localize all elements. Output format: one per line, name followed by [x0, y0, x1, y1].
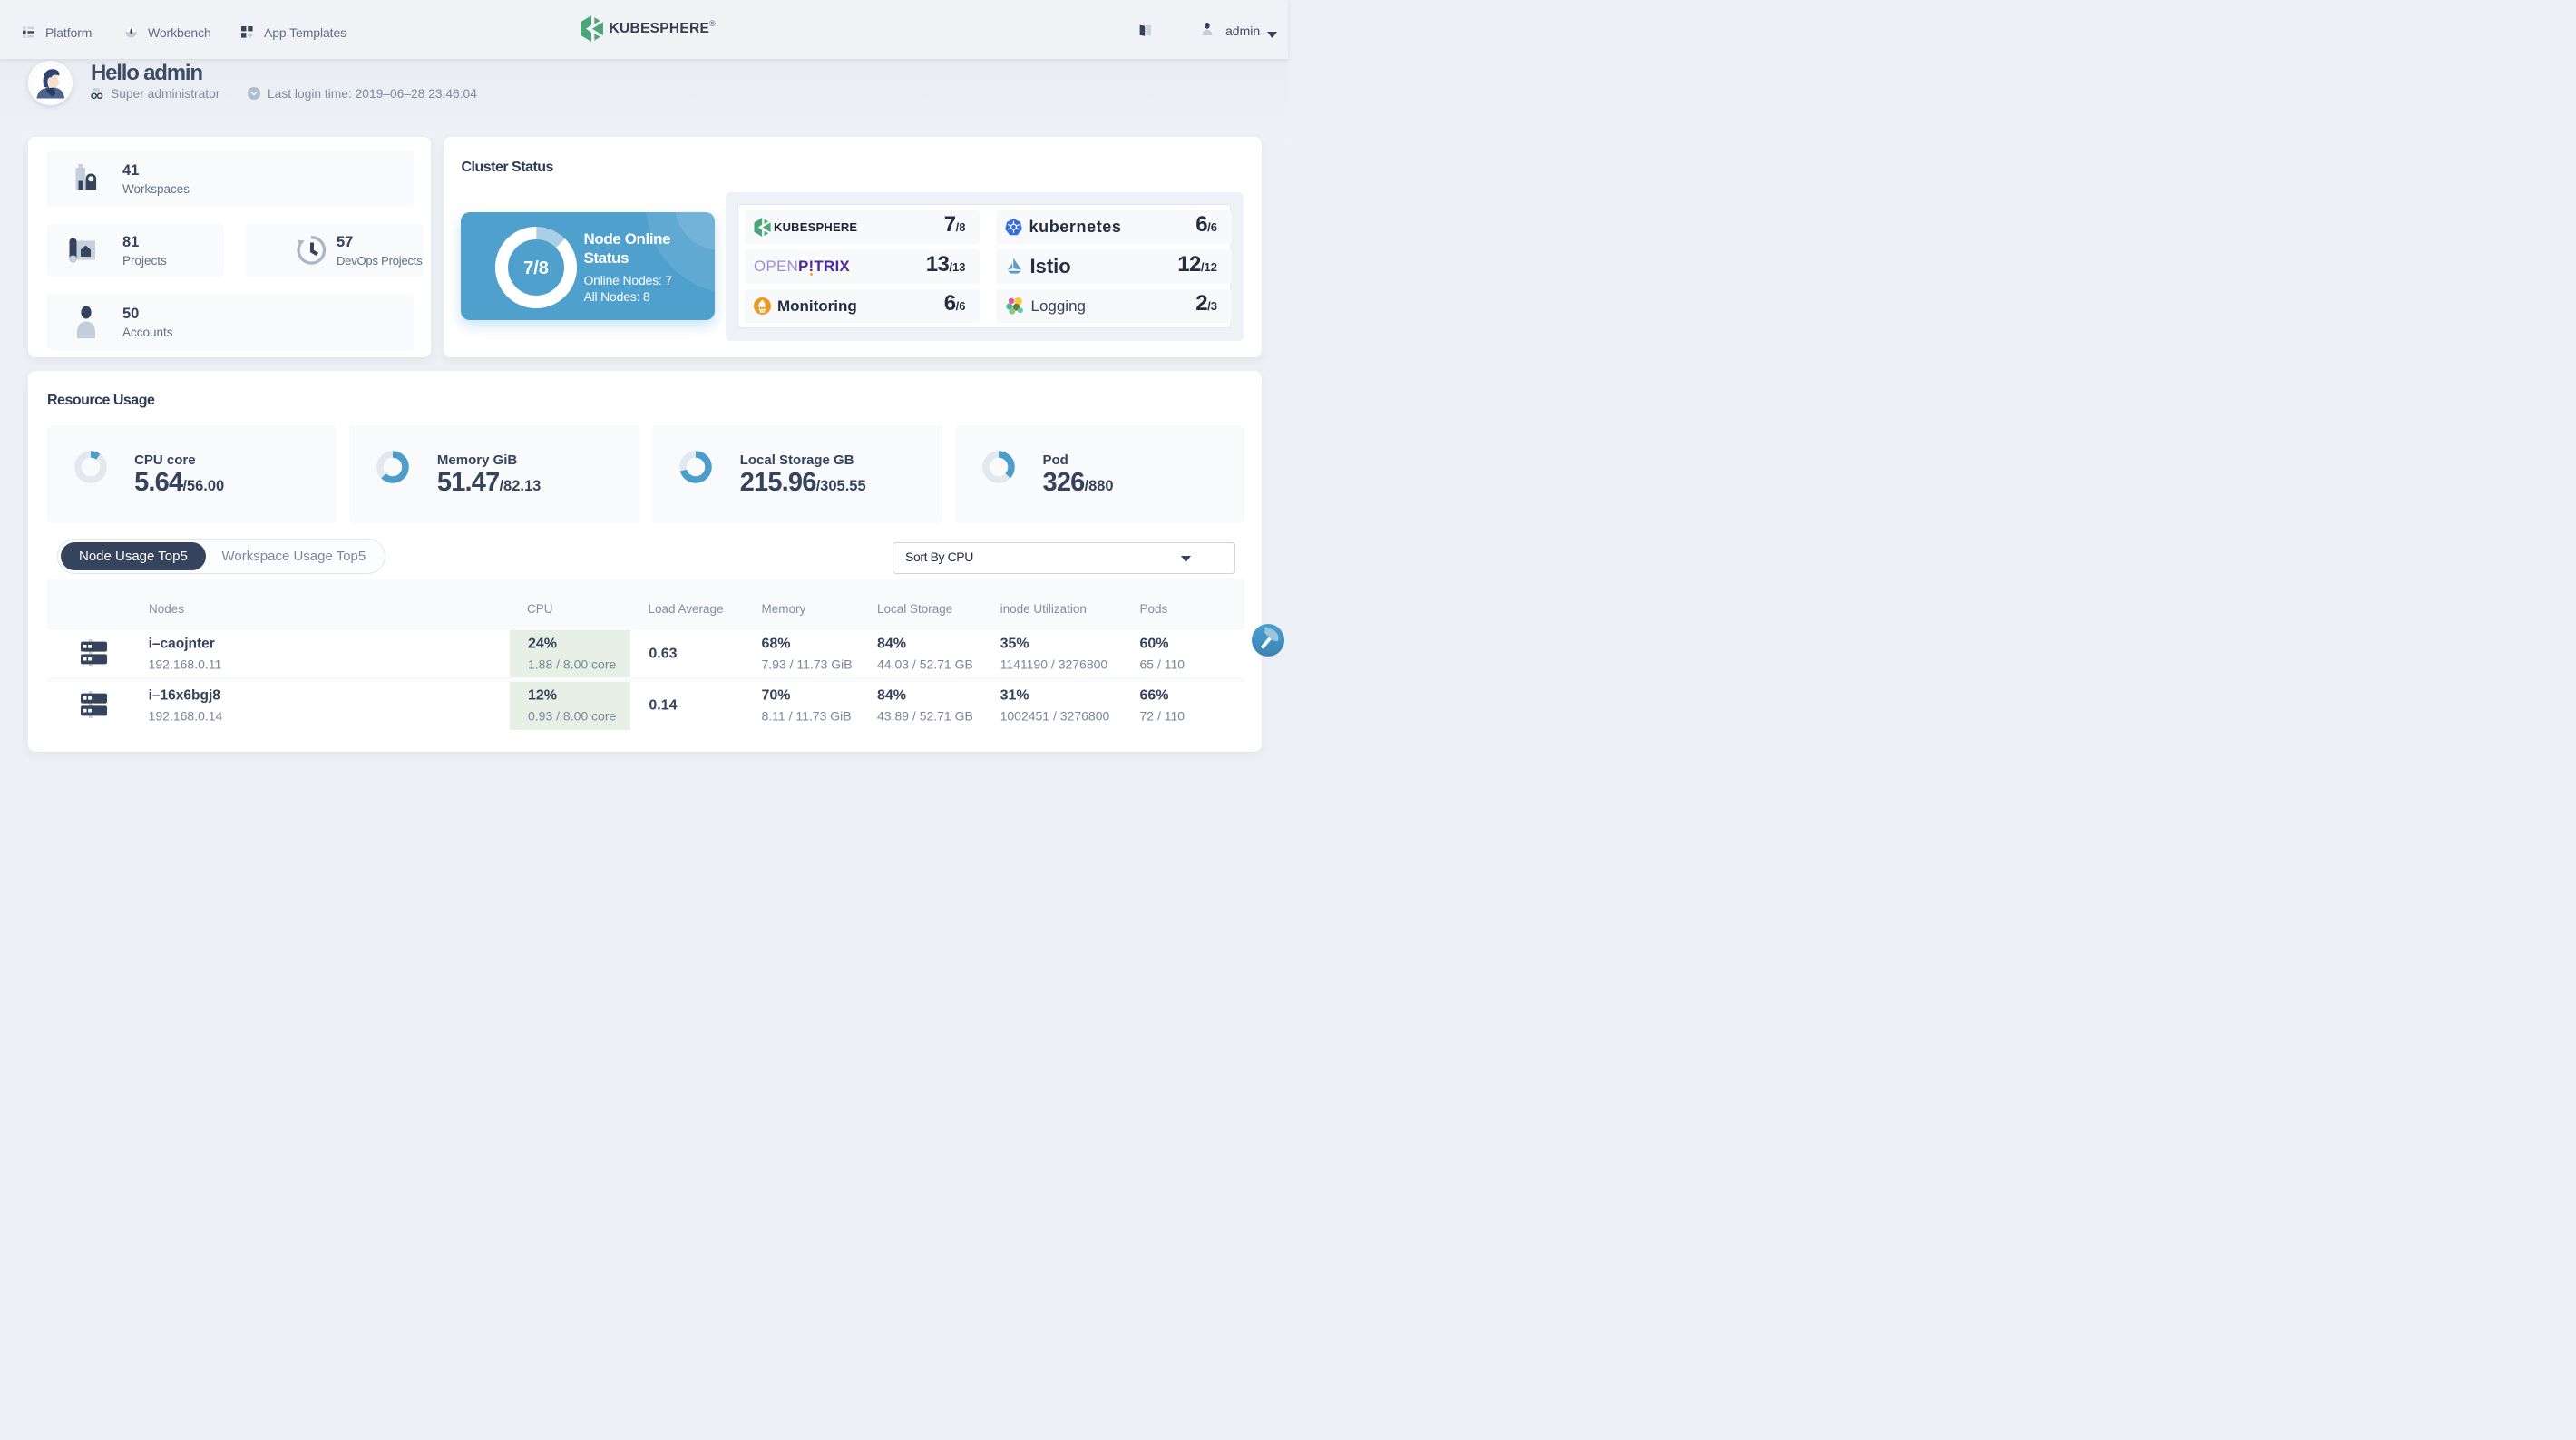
svg-text:7/8: 7/8: [524, 258, 550, 278]
